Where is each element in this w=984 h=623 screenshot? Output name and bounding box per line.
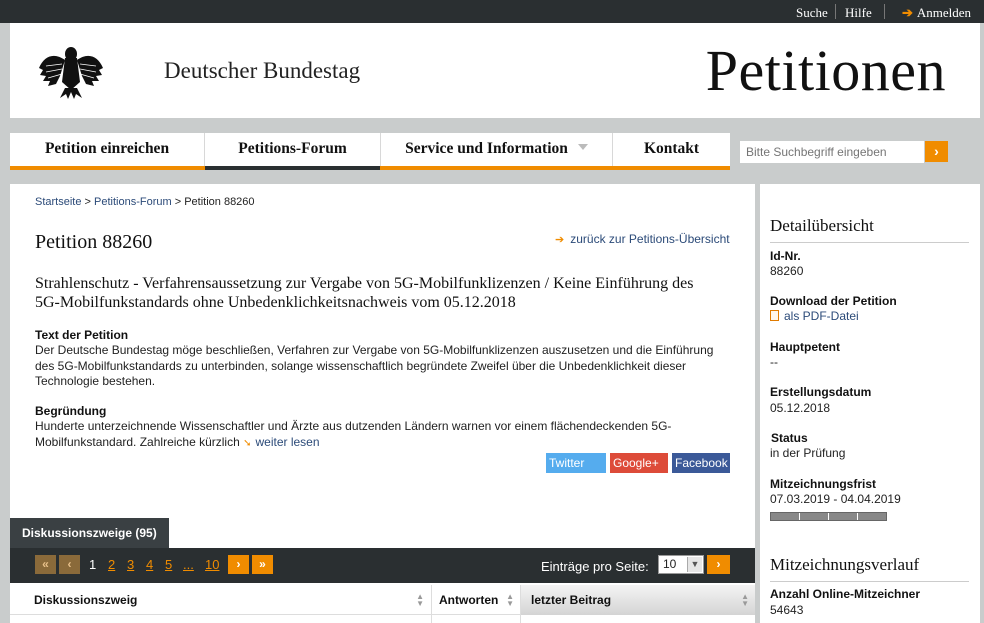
breadcrumb-forum[interactable]: Petitions-Forum [94,196,172,208]
per-page-value: 10 [663,557,677,571]
google-share-button[interactable]: Google+ [610,453,668,473]
search-submit-button[interactable]: › [925,141,948,162]
signing-period-value: 07.03.2019 - 04.04.2019 [770,492,901,506]
federal-eagle-icon[interactable] [38,42,104,100]
divider [770,581,969,582]
facebook-share-button[interactable]: Facebook [672,453,730,473]
page-ellipsis[interactable]: ... [183,557,194,572]
sort-icon: ▲ ▼ [741,592,749,608]
search-input[interactable] [740,141,924,163]
column-label: letzter Beitrag [531,593,612,607]
breadcrumb: Startseite > Petitions-Forum > Petition … [35,196,255,208]
sort-icon: ▲ ▼ [416,592,424,608]
arrow-down-right-icon: ➘ [243,437,252,449]
reason-text: Hunderte unterzeichnende Wissenschaftler… [35,419,672,449]
twitter-share-button[interactable]: Twitter [546,453,606,473]
per-page-go-button[interactable]: › [707,555,730,574]
prev-page-button[interactable]: ‹ [59,555,80,574]
reason-body: Hunderte unterzeichnende Wissenschaftler… [35,419,735,451]
site-header: Deutscher Bundestag Petitionen [10,23,980,118]
detail-sidebar: Detailübersicht Id-Nr. 88260 Download de… [760,184,980,623]
column-label: Antworten [439,593,499,607]
petition-text-body: Der Deutsche Bundestag möge beschließen,… [35,343,714,388]
login-link[interactable]: ➔ Anmelden [902,5,971,21]
created-value: 05.12.2018 [770,401,831,415]
online-signers-label: Anzahl Online-Mitzeichner [770,587,921,601]
arrow-right-icon: ➔ [902,5,913,20]
discussion-table-header: Diskussionszweig ▲ ▼ Antworten ▲ ▼ letzter B… [10,585,755,623]
column-last-post[interactable]: letzter Beitrag ▲ ▼ [521,585,755,615]
online-signers-value: 54643 [770,603,804,617]
main-content: Startseite > Petitions-Forum > Petition … [10,184,755,623]
nav-service-label: Service und Information [405,140,568,157]
site-title: Petitionen [705,38,946,103]
pdf-file-icon [770,310,779,321]
top-bar: Suche Hilfe ➔ Anmelden [0,0,984,23]
nav-petitions-forum[interactable]: Petitions-Forum [205,133,380,170]
breadcrumb-current: Petition 88260 [184,196,255,208]
help-link[interactable]: Hilfe [845,5,872,21]
breadcrumb-home[interactable]: Startseite [35,196,81,208]
page-3[interactable]: 3 [127,557,134,572]
divider [770,242,969,243]
search-link[interactable]: Suche [796,5,828,21]
petition-text-heading: Text der Petition [35,328,129,342]
nav-kontakt[interactable]: Kontakt [613,133,730,166]
page-5[interactable]: 5 [165,557,172,572]
reason-heading: Begründung [35,404,107,418]
pagination-bar: « ‹ 1 2 3 4 5 ... 10 › » Einträge pro Se… [10,548,755,583]
progress-segment [800,513,829,520]
id-value: 88260 [770,264,804,278]
column-replies[interactable]: Antworten ▲ ▼ [432,585,520,615]
separator [835,4,836,19]
page-title: Petition 88260 [35,231,153,253]
back-link-label: zurück zur Petitions-Übersicht [570,232,730,246]
created-label: Erstellungsdatum [770,385,872,399]
back-to-overview-link[interactable]: ➔ zurück zur Petitions-Übersicht [555,232,730,246]
signing-period-label: Mitzeichnungsfrist [770,477,877,491]
main-petitioner-value: -- [770,355,778,369]
progress-segment [858,513,886,520]
separator [884,4,885,19]
arrow-right-icon: ➔ [555,234,565,246]
status-value: in der Prüfung [770,446,846,460]
read-more-link[interactable]: ➘ weiter lesen [243,435,319,449]
login-label: Anmelden [916,5,972,20]
institution-name: Deutscher Bundestag [164,58,361,83]
signing-history-heading: Mitzeichnungsverlauf [770,555,920,574]
column-label: Diskussionszweig [34,593,138,607]
page-1: 1 [89,557,97,572]
progress-segment [829,513,858,520]
status-label: Status [771,431,808,445]
page-10[interactable]: 10 [205,557,219,572]
progress-segment [771,513,800,520]
caret-down-icon [577,144,588,150]
pdf-download-link[interactable]: als PDF-Datei [770,309,859,323]
download-label: Download der Petition [770,294,897,308]
per-page-label: Einträge pro Seite: [541,559,649,574]
page-2[interactable]: 2 [108,557,115,572]
first-page-button[interactable]: « [35,555,56,574]
tab-discussion-threads[interactable]: Diskussionszweige (95) [10,518,169,548]
detail-heading: Detailübersicht [770,216,874,235]
per-page-select[interactable]: 10 ▼ [658,555,704,574]
page-4[interactable]: 4 [146,557,153,572]
pdf-link-label: als PDF-Datei [784,309,859,323]
last-page-button[interactable]: » [252,555,273,574]
signing-progress-bar [770,512,887,521]
main-nav: Petition einreichen Petitions-Forum Serv… [10,133,730,170]
nav-service-information[interactable]: Service und Information [381,133,612,166]
sort-icon: ▲ ▼ [506,592,514,608]
nav-petition-einreichen[interactable]: Petition einreichen [10,133,204,166]
next-page-button[interactable]: › [228,555,249,574]
chevron-down-icon: ▼ [687,557,702,572]
read-more-label: weiter lesen [255,434,320,449]
id-label: Id-Nr. [770,249,801,263]
petition-subject: Strahlenschutz - Verfahrensaussetzung zu… [35,275,694,311]
main-petitioner-label: Hauptpetent [770,340,840,354]
column-discussion-thread[interactable]: Diskussionszweig ▲ ▼ [10,585,430,615]
